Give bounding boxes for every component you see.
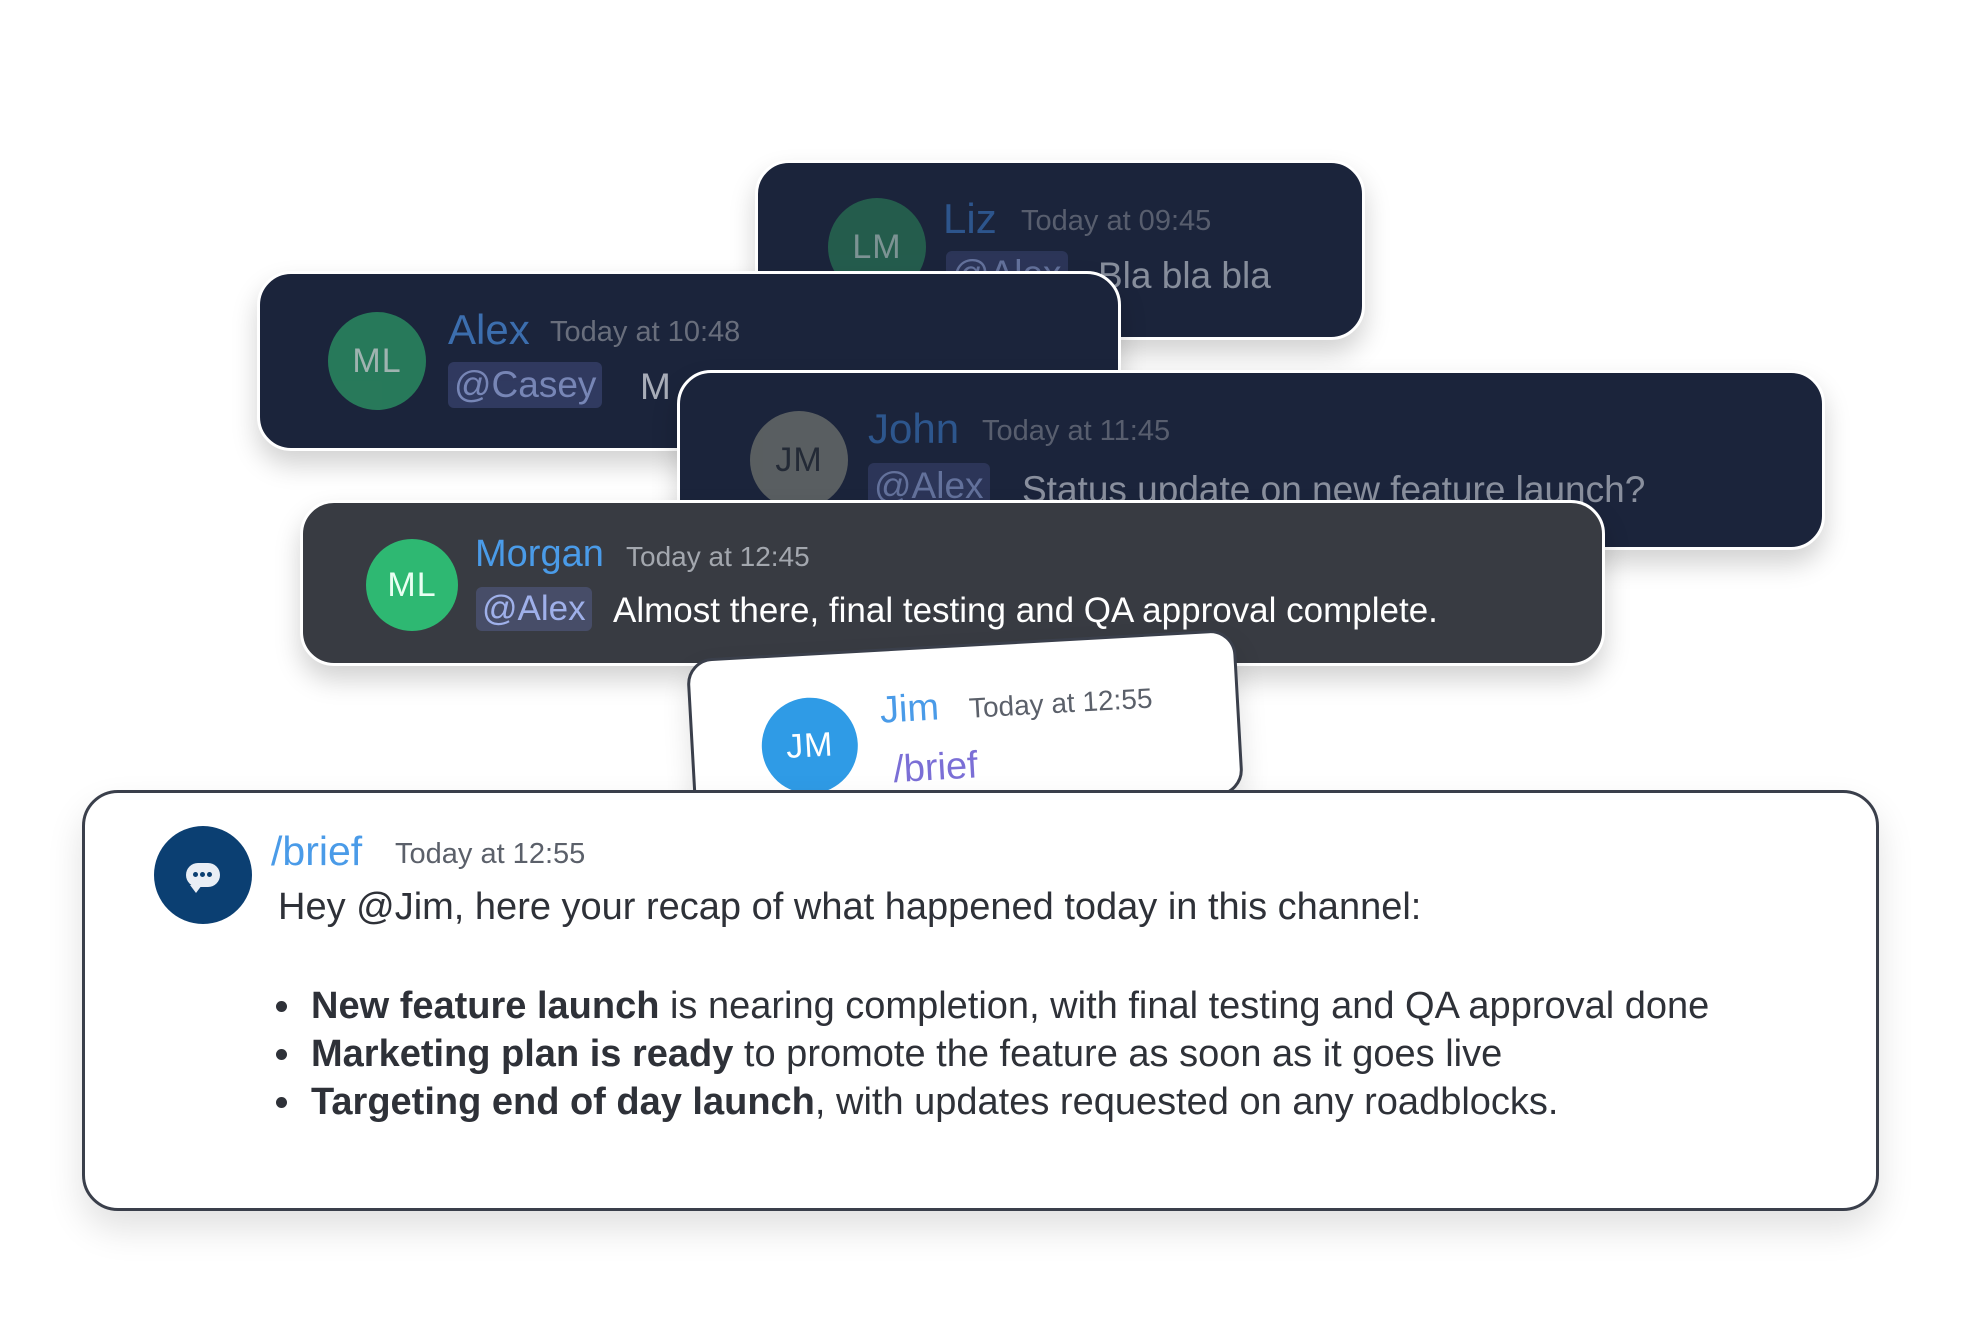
sender-name[interactable]: Morgan bbox=[475, 533, 604, 576]
timestamp: Today at 09:45 bbox=[1021, 205, 1212, 237]
mention-tag[interactable]: @Alex bbox=[476, 587, 592, 631]
message-card-morgan[interactable]: ML Morgan Today at 12:45 @Alex Almost th… bbox=[300, 500, 1605, 666]
timestamp: Today at 12:45 bbox=[626, 541, 810, 572]
recap-intro: Hey @Jim, here your recap of what happen… bbox=[278, 886, 1422, 928]
list-item: New feature launch is nearing completion… bbox=[305, 982, 1765, 1030]
message-text: Almost there, final testing and QA appro… bbox=[613, 591, 1438, 630]
avatar: ML bbox=[328, 312, 426, 410]
list-item: Targeting end of day launch, with update… bbox=[305, 1078, 1765, 1126]
slash-command: /brief bbox=[892, 744, 979, 792]
avatar: JM bbox=[750, 411, 848, 509]
avatar: ML bbox=[366, 539, 458, 631]
sender-name[interactable]: Jim bbox=[879, 686, 940, 732]
message-text: Bla bla bla bbox=[1098, 255, 1271, 296]
recap-list: New feature launch is nearing completion… bbox=[255, 982, 1765, 1126]
timestamp: Today at 11:45 bbox=[982, 415, 1171, 447]
sender-name[interactable]: Liz bbox=[943, 195, 997, 243]
sender-name[interactable]: Alex bbox=[448, 306, 530, 354]
list-item: Marketing plan is ready to promote the f… bbox=[305, 1030, 1765, 1078]
sender-name[interactable]: John bbox=[868, 405, 959, 453]
avatar: JM bbox=[759, 695, 861, 797]
message-text: M bbox=[640, 366, 671, 407]
speech-bubble-icon bbox=[186, 863, 220, 893]
bot-name[interactable]: /brief bbox=[271, 828, 362, 875]
bot-avatar bbox=[154, 826, 252, 924]
timestamp: Today at 10:48 bbox=[550, 316, 741, 348]
timestamp: Today at 12:55 bbox=[395, 838, 586, 870]
mention-tag[interactable]: @Casey bbox=[448, 362, 603, 408]
timestamp: Today at 12:55 bbox=[968, 682, 1154, 724]
